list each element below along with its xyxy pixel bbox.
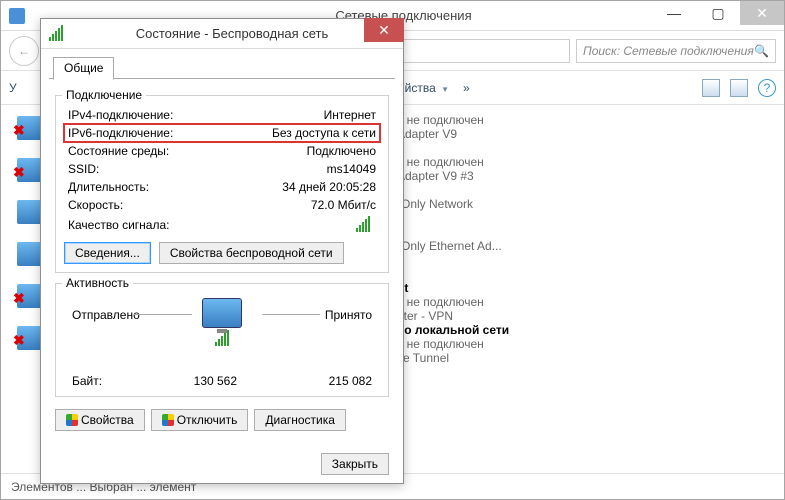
control-panel-icon <box>9 8 25 24</box>
search-input[interactable]: Поиск: Сетевые подключения 🔍 <box>576 39 776 63</box>
activity-line <box>134 314 192 315</box>
minimize-button[interactable]: — <box>652 1 696 25</box>
diagnose-button[interactable]: Диагностика <box>254 409 346 431</box>
disable-button[interactable]: Отключить <box>151 409 249 431</box>
media-value: Подключено <box>307 142 376 160</box>
activity-group: Активность Отправлено Принято Байт: 130 … <box>55 283 389 397</box>
wireless-properties-button[interactable]: Свойства беспроводной сети <box>159 242 344 264</box>
tab-strip: Общие <box>49 53 395 79</box>
dialog-titlebar: Состояние - Беспроводная сеть ✕ <box>41 19 403 49</box>
speed-value: 72.0 Мбит/с <box>311 196 376 214</box>
signal-icon <box>49 27 63 41</box>
view-icon-tiles[interactable] <box>730 79 748 97</box>
connection-group: Подключение IPv4-подключение:Интернет IP… <box>55 95 389 273</box>
speed-label: Скорость: <box>68 196 123 214</box>
view-icon-details[interactable] <box>702 79 720 97</box>
duration-value: 34 дней 20:05:28 <box>282 178 376 196</box>
ipv6-value: Без доступа к сети <box>272 124 376 142</box>
sent-label: Отправлено <box>72 308 140 322</box>
maximize-button[interactable]: ▢ <box>696 1 740 25</box>
ipv4-value: Интернет <box>324 106 376 124</box>
ipv6-label: IPv6-подключение: <box>68 124 173 142</box>
details-button[interactable]: Сведения... <box>64 242 151 264</box>
monitor-icon <box>202 298 242 328</box>
close-button[interactable]: Закрыть <box>321 453 389 475</box>
bytes-received-value: 215 082 <box>329 374 372 388</box>
shield-icon <box>162 414 174 426</box>
media-label: Состояние среды: <box>68 142 169 160</box>
help-icon[interactable]: ? <box>758 79 776 97</box>
status-dialog: Состояние - Беспроводная сеть ✕ Общие По… <box>40 18 404 484</box>
close-button[interactable]: ✕ <box>740 1 784 25</box>
signal-bars-icon <box>356 218 370 232</box>
activity-group-label: Активность <box>62 276 133 290</box>
ipv4-label: IPv4-подключение: <box>68 106 173 124</box>
tab-general[interactable]: Общие <box>53 57 114 80</box>
properties-button[interactable]: Свойства <box>55 409 145 431</box>
bytes-label: Байт: <box>72 374 102 388</box>
organize-menu[interactable]: У <box>9 81 17 95</box>
search-placeholder: Поиск: Сетевые подключения <box>583 44 754 58</box>
duration-label: Длительность: <box>68 178 149 196</box>
bytes-sent-value: 130 562 <box>194 374 237 388</box>
dialog-close-button[interactable]: ✕ <box>364 18 404 42</box>
back-button[interactable]: ← <box>9 36 39 66</box>
activity-line <box>262 314 320 315</box>
signal-quality-label: Качество сигнала: <box>68 218 169 232</box>
cmd-item[interactable]: йства ▼ <box>405 81 449 95</box>
ipv6-row-highlighted: IPv6-подключение: Без доступа к сети <box>64 124 380 142</box>
ssid-value: ms14049 <box>327 160 376 178</box>
signal-icon <box>215 332 229 346</box>
connection-group-label: Подключение <box>62 88 146 102</box>
shield-icon <box>66 414 78 426</box>
received-label: Принято <box>325 308 372 322</box>
search-icon: 🔍 <box>754 44 769 58</box>
dialog-title: Состояние - Беспроводная сеть <box>69 26 395 41</box>
ssid-label: SSID: <box>68 160 99 178</box>
cmd-overflow[interactable]: » <box>463 81 470 95</box>
